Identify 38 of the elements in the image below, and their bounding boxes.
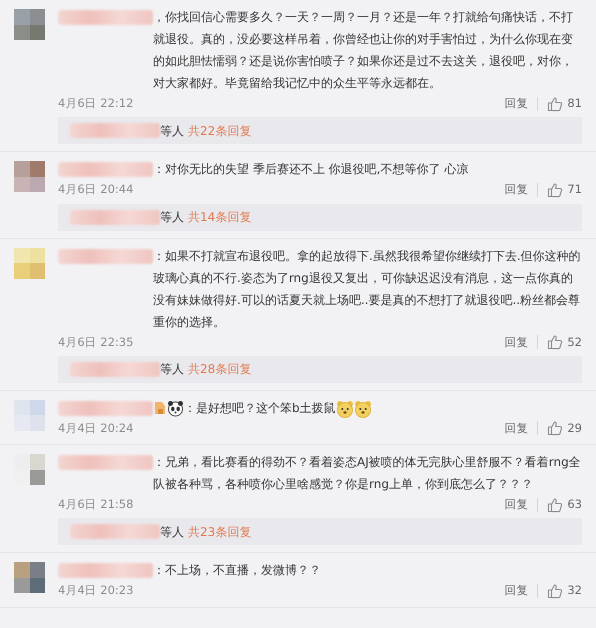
bear-emoji-icon xyxy=(336,400,354,418)
timestamp: 4月6日 22:35 xyxy=(58,334,134,350)
like-count: 71 xyxy=(567,181,582,198)
comment-text: ，你找回信心需要多久？一天？一周？一月？还是一年？打就给句痛快话，不打就退役。真的，没必要这样吊着，你曾经也让你的对手害怕过，为什么你现在变的如此胆怯懦弱？还是说你害怕喷子？如果你还是过不去这关，退役吧，对你，对大家都好。毕竟留给我记忆中的众生平等永远都在。 xyxy=(153,9,574,92)
timestamp: 4月6日 22:12 xyxy=(58,95,134,112)
thumbs-up-icon[interactable] xyxy=(547,96,564,112)
reply-link[interactable]: 回复 xyxy=(504,582,528,600)
reply-link[interactable]: 回复 xyxy=(504,181,528,198)
comment-text: ：对你无比的失望 季后赛还不上 你退役吧,不想等你了 心凉 xyxy=(153,161,468,178)
comment-text: ：不上场，不直播，发微博？？ xyxy=(153,562,321,580)
like-count: 52 xyxy=(567,334,582,350)
replies-label: 等人 xyxy=(160,361,184,378)
thumbs-up-icon[interactable] xyxy=(547,420,564,436)
reply-link[interactable]: 回复 xyxy=(504,420,528,437)
panda-icon xyxy=(167,400,184,417)
timestamp: 4月4日 20:23 xyxy=(58,582,134,600)
replies-label: 等人 xyxy=(160,209,184,226)
like-count: 29 xyxy=(567,420,582,437)
timestamp: 4月6日 20:44 xyxy=(58,181,134,198)
timestamp: 4月6日 21:58 xyxy=(58,496,134,513)
comment-text: ：兄弟，看比赛看的得劲不？看着姿态AJ被喷的体无完肤心里舒服不？看着rng全队被各种骂，各种喷你心里啥感觉？你是rng上单，你到底怎么了？？？ xyxy=(153,454,582,493)
like-count: 81 xyxy=(567,95,582,112)
reply-link[interactable]: 回复 xyxy=(504,334,528,351)
timestamp: 4月4日 20:24 xyxy=(58,420,134,437)
comment-text: ：是好想吧？这个笨b土拨鼠 xyxy=(184,400,336,417)
thumbs-up-icon[interactable] xyxy=(547,496,564,513)
reply-link[interactable]: 回复 xyxy=(504,496,528,514)
thumbs-up-icon[interactable] xyxy=(547,334,564,350)
comment-text: ：如果不打就宣布退役吧。拿的起放得下.虽然我很希望你继续打下去.但你这种的玻璃心真的不行.姿态为了rng退役又复出，可你缺迟迟没有消息，这一点你真的没有妹妹做得好.可以的话夏天就上场吧..要是真的不想打了就退役吧..粉丝都会尊重你的选择。 xyxy=(153,248,582,330)
thumbs-up-icon[interactable] xyxy=(547,182,564,198)
replies-label: 等人 xyxy=(160,122,184,140)
bear-emoji-icon xyxy=(354,400,372,418)
badge-icon xyxy=(153,400,167,416)
like-count: 63 xyxy=(567,496,582,513)
reply-link[interactable]: 回复 xyxy=(504,95,528,112)
replies-label: 等人 xyxy=(160,524,184,541)
like-count: 32 xyxy=(567,582,582,600)
thumbs-up-icon[interactable] xyxy=(547,582,564,599)
